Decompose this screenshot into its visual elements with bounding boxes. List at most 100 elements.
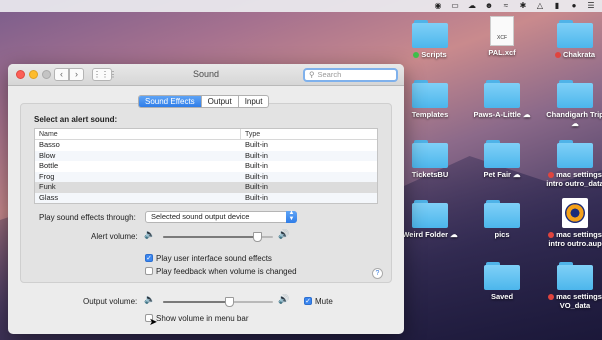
play-through-label: Play sound effects through: — [39, 213, 136, 222]
sound-type: Built-in — [245, 161, 268, 171]
menu-bar: ◉ ▭ ☁ ☻ ≈ ✱ △ ▮ ● ☰ — [0, 0, 602, 12]
airplay-icon[interactable]: △ — [535, 2, 545, 10]
folder-icon — [557, 80, 593, 108]
bluetooth-icon[interactable]: ✱ — [518, 2, 528, 10]
output-volume-slider[interactable] — [163, 297, 273, 307]
desktop-folder-chandigarh[interactable]: Chandigarh Trip ☁ — [543, 80, 602, 128]
speaker-low-icon: 🔈 — [144, 229, 156, 239]
ui-sounds-label: Play user interface sound effects — [156, 254, 272, 263]
desktop-item-label: Paws-A-Little ☁ — [473, 110, 531, 119]
desktop-item-label: pics — [494, 230, 510, 239]
battery-icon[interactable]: ▮ — [552, 2, 562, 10]
table-row[interactable]: Blow Built-in — [35, 150, 377, 162]
column-header-name[interactable]: Name — [35, 129, 241, 139]
folder-icon — [412, 80, 448, 108]
sound-type: Built-in — [245, 182, 268, 192]
speaker-high-icon: 🔊 — [278, 294, 290, 304]
folder-icon — [484, 140, 520, 168]
alert-volume-label: Alert volume: — [91, 232, 138, 241]
desktop-folder-pics[interactable]: pics — [470, 200, 534, 239]
user-icon[interactable]: ☻ — [484, 2, 494, 10]
table-row[interactable]: Glass Built-in — [35, 192, 377, 203]
slider-fill — [163, 236, 257, 238]
output-volume-label: Output volume: — [83, 297, 138, 306]
sound-type: Built-in — [245, 171, 268, 181]
tab-output[interactable]: Output — [202, 96, 239, 107]
desktop-folder-chakrata[interactable]: Chakrata — [543, 20, 602, 59]
sound-name: Funk — [39, 182, 56, 192]
table-row-selected[interactable]: Funk Built-in — [35, 182, 377, 193]
slider-fill — [163, 301, 229, 303]
feedback-checkbox[interactable] — [145, 267, 153, 275]
tab-bar: Sound Effects Output Input — [138, 95, 270, 108]
desktop-item-label: TicketsBU — [411, 170, 449, 179]
help-button[interactable]: ? — [372, 268, 383, 279]
desktop-item-label: Chandigarh Trip ☁ — [546, 110, 602, 128]
desktop-item-label: Chakrata — [562, 50, 596, 59]
document-icon: XCF — [490, 16, 514, 46]
desktop-item-label: mac settings intro outro_data — [546, 170, 602, 188]
show-volume-label: Show volume in menu bar — [156, 314, 249, 323]
audacity-icon — [562, 198, 588, 228]
mute-checkbox[interactable]: ✓ — [304, 297, 312, 305]
folder-icon — [412, 200, 448, 228]
alert-volume-slider[interactable] — [163, 232, 273, 242]
search-placeholder: Search — [317, 70, 342, 79]
folder-icon — [412, 20, 448, 48]
tab-input[interactable]: Input — [239, 96, 269, 107]
desktop-file-mac-settings-aup[interactable]: mac settings intro outro.aup — [543, 198, 602, 248]
tab-sound-effects[interactable]: Sound Effects — [139, 96, 202, 107]
desktop-folder-mac-settings-vo[interactable]: mac settings VO_data — [543, 262, 602, 310]
desktop-file-pal-xcf[interactable]: XCF PAL.xcf — [470, 16, 534, 57]
table-row[interactable]: Bottle Built-in — [35, 161, 377, 172]
table-row[interactable]: Frog Built-in — [35, 171, 377, 183]
feedback-label: Play feedback when volume is changed — [156, 267, 297, 276]
cast-icon[interactable]: ▭ — [450, 2, 460, 10]
column-header-type[interactable]: Type — [241, 129, 260, 139]
desktop-item-label: Templates — [411, 110, 449, 119]
desktop-item-label: Saved — [490, 292, 514, 301]
record-icon[interactable]: ◉ — [433, 2, 443, 10]
folder-icon — [557, 20, 593, 48]
desktop-item-label: Pet Fair ☁ — [483, 170, 521, 179]
sound-name: Glass — [39, 192, 59, 202]
table-row[interactable]: Basso Built-in — [35, 140, 377, 151]
title-bar: ‹ › ⋮⋮⋮ Sound ⚲ Search — [8, 64, 404, 86]
search-input[interactable]: ⚲ Search — [303, 68, 398, 82]
desktop-folder-scripts[interactable]: Scripts — [398, 20, 462, 59]
desktop-folder-saved[interactable]: Saved — [470, 262, 534, 301]
desktop-item-label: mac settings VO_data — [556, 292, 602, 310]
folder-icon — [484, 262, 520, 290]
desktop-item-label: mac settings intro outro.aup — [548, 230, 602, 248]
desktop-folder-petfair[interactable]: Pet Fair ☁ — [470, 140, 534, 179]
chevron-updown-icon: ▲ ▼ — [286, 210, 297, 223]
desktop-folder-ticketsbu[interactable]: TicketsBU — [398, 140, 462, 179]
siri-icon[interactable]: ☰ — [586, 2, 596, 10]
desktop-folder-weird[interactable]: Weird Folder ☁ — [398, 200, 462, 239]
sound-name: Basso — [39, 140, 60, 149]
table-header: Name Type — [35, 129, 377, 140]
folder-icon — [412, 140, 448, 168]
slider-knob[interactable] — [252, 232, 262, 242]
checkmark-icon: ✓ — [146, 255, 152, 262]
output-device-select[interactable]: Selected sound output device ▲ ▼ — [145, 210, 297, 223]
desktop-item-label: Weird Folder ☁ — [402, 230, 458, 239]
spotlight-icon[interactable]: ● — [569, 2, 579, 10]
speaker-high-icon: 🔊 — [278, 229, 290, 239]
ui-sounds-checkbox[interactable]: ✓ — [145, 254, 153, 262]
sound-type: Built-in — [245, 150, 268, 160]
desktop-folder-templates[interactable]: Templates — [398, 80, 462, 119]
search-icon: ⚲ — [309, 70, 315, 79]
sound-name: Bottle — [39, 161, 59, 171]
speaker-low-icon: 🔈 — [144, 294, 156, 304]
wifi-icon[interactable]: ≈ — [501, 2, 511, 10]
cloud-icon[interactable]: ☁ — [467, 2, 477, 10]
output-device-value: Selected sound output device — [151, 212, 250, 221]
slider-knob[interactable] — [225, 297, 234, 307]
folder-icon — [557, 140, 593, 168]
checkmark-icon: ✓ — [305, 298, 311, 305]
folder-icon — [484, 80, 520, 108]
desktop-folder-mac-settings-data[interactable]: mac settings intro outro_data — [543, 140, 602, 188]
desktop-folder-paws[interactable]: Paws-A-Little ☁ — [470, 80, 534, 119]
alert-sound-table: Name Type Basso Built-in Blow Built-in Bot… — [34, 128, 378, 204]
